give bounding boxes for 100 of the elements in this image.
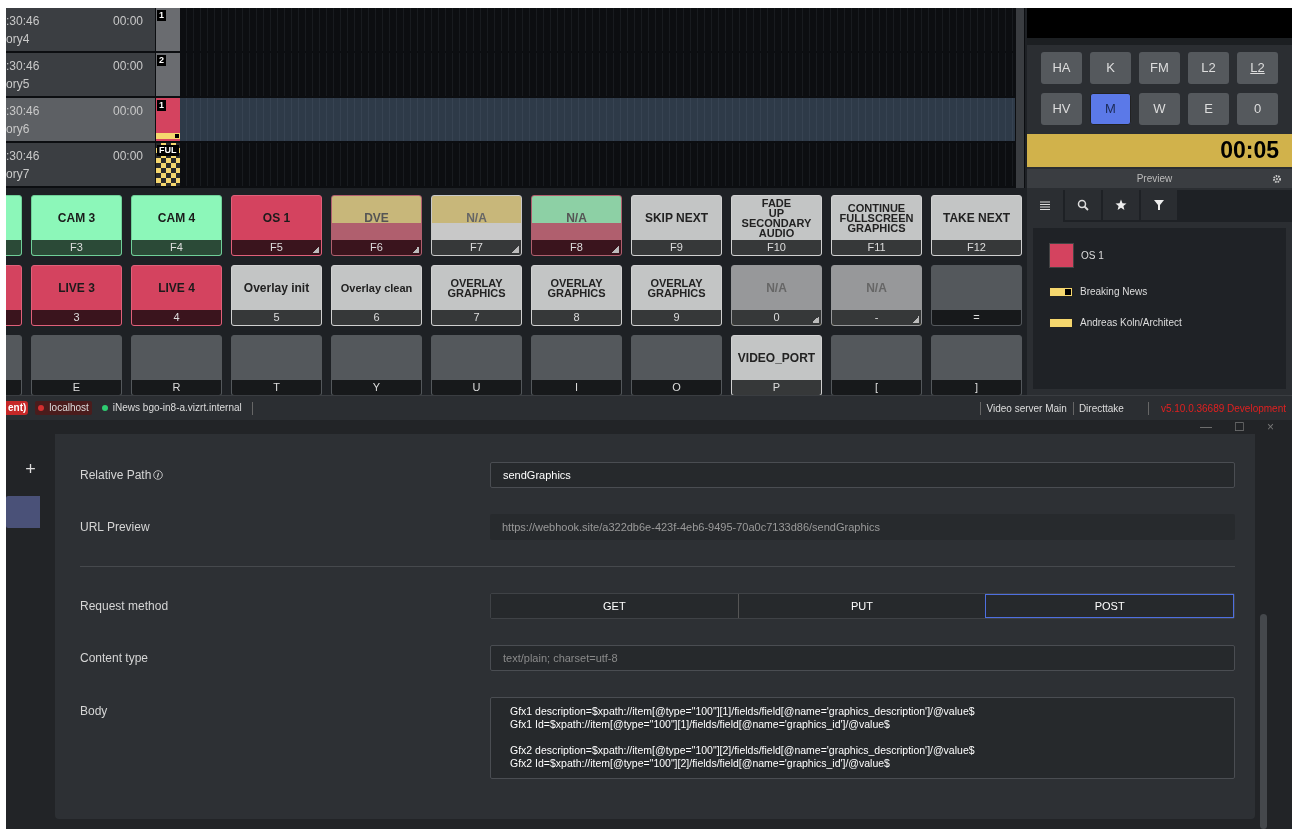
shortcut-key: F10: [767, 242, 786, 253]
mode-button[interactable]: 0: [1237, 93, 1278, 125]
shortcut-button[interactable]: ]: [931, 335, 1022, 395]
status-text: iNews bgo-in8-a.vizrt.internal: [112, 401, 242, 415]
preview-tab[interactable]: [1103, 190, 1139, 220]
field-label: Content type: [80, 650, 149, 667]
scrollbar[interactable]: [1016, 8, 1024, 188]
field-label: Relative Path: [80, 467, 152, 484]
status-text: Directtake: [1078, 401, 1124, 416]
shortcut-key: 0: [773, 312, 780, 323]
shortcut-key: 4: [173, 312, 180, 323]
shortcut-key: F6: [370, 242, 383, 253]
shortcut-button[interactable]: OVERLAY GRAPHICS 7: [431, 265, 522, 326]
story-name: ory7: [6, 167, 31, 180]
story-duration: 00:00: [112, 14, 143, 27]
preview-tab[interactable]: [1141, 190, 1177, 220]
shortcut-button[interactable]: E: [31, 335, 122, 395]
shortcut-button[interactable]: I: [531, 335, 622, 395]
shortcut-button[interactable]: N/A F8: [531, 195, 622, 256]
shortcut-button[interactable]: Overlay clean 6: [331, 265, 422, 326]
mode-button[interactable]: HV: [1041, 93, 1082, 125]
shortcut-button[interactable]: OVERLAY GRAPHICS 9: [631, 265, 722, 326]
shortcut-key: F9: [670, 242, 683, 253]
add-button[interactable]: +: [25, 460, 36, 478]
shortcut-button[interactable]: VIDEO_PORT P: [731, 335, 822, 395]
shortcut-button[interactable]: O: [631, 335, 722, 395]
info-icon[interactable]: [153, 470, 164, 480]
mode-button[interactable]: K: [1090, 52, 1131, 84]
shortcut-button[interactable]: LIVE 3 3: [31, 265, 122, 326]
story-row[interactable]: :30:46 00:00 ory6: [6, 98, 155, 141]
clip-label: 1: [157, 100, 166, 111]
shortcut-key: =: [973, 312, 980, 323]
mode-button[interactable]: FM: [1139, 52, 1180, 84]
shortcut-key: [: [874, 382, 879, 393]
shortcut-button[interactable]: LIVE 4 4: [131, 265, 222, 326]
preview-item-label: Andreas Koln/Architect: [1080, 316, 1182, 330]
method-option[interactable]: PUT: [737, 594, 986, 618]
menu-icon: [1039, 200, 1051, 212]
shortcut-button[interactable]: Y: [331, 335, 422, 395]
shortcut-button[interactable]: Overlay init 5: [231, 265, 322, 326]
clip[interactable]: FUL: [156, 143, 180, 186]
timer: 00:05: [1220, 136, 1279, 166]
mode-button[interactable]: W: [1139, 93, 1180, 125]
shortcut-button[interactable]: R: [131, 335, 222, 395]
mode-button[interactable]: M: [1090, 93, 1131, 125]
shortcut-button[interactable]: [: [831, 335, 922, 395]
shortcut-button[interactable]: OS 1 F5: [231, 195, 322, 256]
preview-tab[interactable]: [1065, 190, 1101, 220]
mode-button[interactable]: L2: [1188, 52, 1229, 84]
clip[interactable]: 1: [156, 98, 180, 141]
shortcut-button[interactable]: DVE F6: [331, 195, 422, 256]
shortcut-button[interactable]: =: [931, 265, 1022, 326]
body-field[interactable]: Gfx1 description=$xpath://item[@type="100"][1]/fields/field[@name='graphics_description']/@value$ Gfx1 Id=$xpath://item[@type="100"][1]/fields/field[@name='graphics_id']/@value$ Gfx2 description=$xpath://item[@type="100"][2]/fields/field[@name='graphics_description']/@value$ Gfx2 Id=$xpath://item[@type="100"][2]/fields/field[@name='graphics_id']/@value$: [490, 697, 1235, 779]
field-label: Request method: [80, 598, 169, 615]
shortcut-button[interactable]: T: [231, 335, 322, 395]
shortcut-button[interactable]: U: [431, 335, 522, 395]
shortcut-key: F7: [470, 242, 483, 253]
star-icon: [1115, 199, 1127, 211]
story-name: ory4: [6, 32, 31, 45]
shortcut-key: F5: [270, 242, 283, 253]
story-row[interactable]: :30:46 00:00 ory5: [6, 53, 155, 96]
shortcut-button[interactable]: CAM 4 F4: [131, 195, 222, 256]
settings-icon[interactable]: [1272, 173, 1282, 184]
shortcut-key: 8: [573, 312, 580, 323]
shortcut-key: 6: [373, 312, 380, 323]
clip[interactable]: 1: [156, 8, 180, 51]
shortcut-button[interactable]: N/A F7: [431, 195, 522, 256]
clip-label: FUL: [157, 145, 179, 156]
shortcut-button[interactable]: TAKE NEXT F12: [931, 195, 1022, 256]
text-field[interactable]: text/plain; charset=utf-8: [490, 645, 1235, 671]
corner-mark: [612, 246, 619, 253]
field-label: Body: [80, 703, 108, 720]
story-duration: 00:00: [112, 59, 143, 72]
search-icon: [1077, 199, 1089, 211]
clip[interactable]: 2: [156, 53, 180, 96]
scrollbar[interactable]: [1260, 614, 1267, 829]
window-control[interactable]: —: [1200, 420, 1212, 434]
method-option[interactable]: POST: [985, 594, 1234, 618]
shortcut-button[interactable]: CONTINUE FULLSCREEN GRAPHICS F11: [831, 195, 922, 256]
shortcut-button[interactable]: SKIP NEXT F9: [631, 195, 722, 256]
field-label: URL Preview: [80, 519, 150, 536]
window-control[interactable]: ☐: [1234, 420, 1245, 434]
text-field[interactable]: sendGraphics: [490, 462, 1235, 488]
window-control[interactable]: ×: [1267, 420, 1274, 434]
story-row[interactable]: :30:46 00:00 ory4: [6, 8, 155, 51]
shortcut-button[interactable]: CAM 3 F3: [31, 195, 122, 256]
shortcut-key: P: [772, 382, 781, 393]
story-time: :30:46: [6, 104, 40, 117]
shortcut-key: I: [574, 382, 579, 393]
shortcut-button[interactable]: FADE UP SECONDARY AUDIO F10: [731, 195, 822, 256]
shortcut-key: F4: [170, 242, 183, 253]
mode-button[interactable]: L2: [1237, 52, 1278, 84]
shortcut-key: 9: [673, 312, 680, 323]
story-row[interactable]: :30:46 00:00 ory7: [6, 143, 155, 186]
shortcut-button[interactable]: OVERLAY GRAPHICS 8: [531, 265, 622, 326]
mode-button[interactable]: E: [1188, 93, 1229, 125]
filter-icon: [1153, 199, 1165, 211]
shortcut-key: O: [672, 382, 681, 393]
method-option[interactable]: GET: [491, 594, 738, 618]
mode-button[interactable]: HA: [1041, 52, 1082, 84]
